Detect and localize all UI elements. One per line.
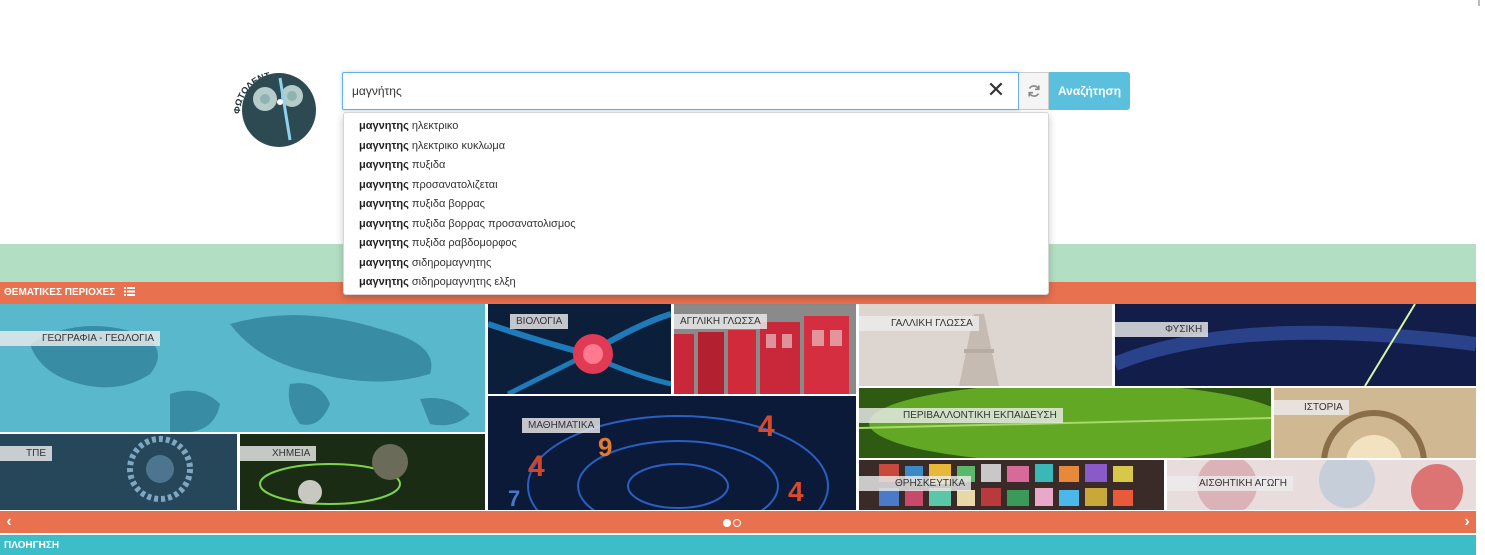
tile-chemistry[interactable]: ΧΗΜΕΙΑ (240, 434, 485, 510)
tile-aesthetic[interactable]: ΑΙΣΘΗΤΙΚΗ ΑΓΩΓΗ (1167, 460, 1476, 510)
autocomplete-dropdown: μαγνητης ηλεκτρικο μαγνητης ηλεκτρικο κυ… (343, 112, 1049, 295)
page: ΦΩΤΟΔΕΝΤΡΟ ✕ Αναζήτηση μαγνητης ηλεκτρικ… (0, 0, 1485, 555)
page-dot-2[interactable] (733, 519, 741, 527)
leaf-image (859, 388, 1271, 458)
tile-mathematics[interactable]: 4 9 4 4 7 ΜΑΘΗΜΑΤΙΚΑ (488, 396, 856, 510)
next-arrow-icon[interactable]: › (1458, 511, 1476, 533)
tile-environmental[interactable]: ΠΕΡΙΒΑΛΛΟΝΤΙΚΗ ΕΚΠΑΙΔΕΥΣΗ (859, 388, 1271, 458)
tile-english[interactable]: ΑΓΓΛΙΚΗ ΓΛΩΣΣΑ (674, 304, 856, 394)
tile-history[interactable]: ΙΣΤΟΡΙΑ (1274, 388, 1476, 458)
suggestion-item[interactable]: μαγνητης προσανατολιζεται (344, 176, 1048, 196)
divider (1478, 0, 1480, 6)
svg-text:4: 4 (528, 450, 545, 483)
suggestion-item[interactable]: μαγνητης πυξιδα βορρας προσανατολισμος (344, 215, 1048, 235)
prev-arrow-icon[interactable]: ‹ (0, 511, 18, 533)
world-map-image (0, 304, 485, 432)
themes-title: ΘΕΜΑΤΙΚΕΣ ΠΕΡΙΟΧΕΣ (4, 287, 116, 298)
tile-french[interactable]: ΓΑΛΛΙΚΗ ΓΛΩΣΣΑ (859, 304, 1112, 386)
tile-label: ΧΗΜΕΙΑ (240, 446, 317, 461)
tile-geography[interactable]: ΓΕΩΓΡΑΦΙΑ - ΓΕΩΛΟΓΙΑ (0, 304, 485, 432)
dome-image (1274, 388, 1476, 458)
svg-text:4: 4 (758, 410, 775, 443)
tile-label: ΒΙΟΛΟΓΙΑ (510, 314, 569, 329)
suggestion-item[interactable]: μαγνητης πυξιδα (344, 156, 1048, 176)
svg-text:7: 7 (508, 486, 520, 510)
tile-ict[interactable]: ΤΠΕ (0, 434, 237, 510)
tile-label: ΘΡΗΣΚΕΥΤΙΚΑ (859, 476, 972, 491)
refresh-button[interactable] (1019, 72, 1049, 110)
tile-physics[interactable]: ΦΥΣΙΚΗ (1115, 304, 1476, 386)
numbers-image: 4 9 4 4 7 (488, 396, 856, 510)
search-input[interactable] (343, 73, 963, 109)
navigation-title: ΠΛΟΗΓΗΣΗ (4, 540, 60, 551)
suggestion-item[interactable]: μαγνητης ηλεκτρικο (344, 117, 1048, 137)
tile-label: ΙΣΤΟΡΙΑ (1274, 400, 1349, 415)
themes-mosaic: ΓΕΩΓΡΑΦΙΑ - ΓΕΩΛΟΓΙΑ ΒΙΟΛΟΓΙΑ ΑΓΓΛΙΚΗ ΓΛ… (0, 304, 1476, 510)
clear-search-icon[interactable]: ✕ (986, 79, 1006, 101)
refresh-icon (1027, 85, 1040, 97)
tile-religious[interactable]: ΘΡΗΣΚΕΥΤΙΚΑ (859, 460, 1164, 510)
suggestion-item[interactable]: μαγνητης σιδηρομαγνητης (344, 254, 1048, 274)
tile-label: ΑΓΓΛΙΚΗ ΓΛΩΣΣΑ (674, 314, 767, 329)
suggestion-item[interactable]: μαγνητης ηλεκτρικο κυκλωμα (344, 137, 1048, 157)
tile-label: ΦΥΣΙΚΗ (1115, 322, 1209, 337)
tile-biology[interactable]: ΒΙΟΛΟΓΙΑ (488, 304, 671, 394)
pagination-dots (723, 519, 745, 527)
suggestion-item[interactable]: μαγνητης πυξιδα βορρας (344, 195, 1048, 215)
navigation-bar[interactable]: ΠΛΟΗΓΗΣΗ (0, 535, 1476, 555)
tile-label: ΑΙΣΘΗΤΙΚΗ ΑΓΩΓΗ (1167, 476, 1294, 491)
carousel-pager: ‹ › (0, 511, 1476, 533)
tile-label: ΓΑΛΛΙΚΗ ΓΛΩΣΣΑ (859, 316, 979, 331)
tile-label: ΜΑΘΗΜΑΤΙΚΑ (522, 418, 601, 433)
tile-label: ΓΕΩΓΡΑΦΙΑ - ΓΕΩΛΟΓΙΑ (0, 331, 161, 346)
space-image (1115, 304, 1476, 386)
tile-label: ΤΠΕ (0, 446, 52, 461)
search-button[interactable]: Αναζήτηση (1049, 72, 1130, 110)
suggestion-item[interactable]: μαγνητης πυξιδα ραβδομορφος (344, 234, 1048, 254)
suggestion-item[interactable]: μαγνητης σιδηρομαγνητης ελξη (344, 273, 1048, 293)
svg-text:4: 4 (788, 476, 804, 507)
tile-label: ΠΕΡΙΒΑΛΛΟΝΤΙΚΗ ΕΚΠΑΙΔΕΥΣΗ (859, 408, 1063, 423)
svg-text:9: 9 (598, 432, 612, 462)
photodentro-logo[interactable]: ΦΩΤΟΔΕΝΤΡΟ (222, 58, 318, 150)
search-box: ✕ (342, 72, 1019, 110)
list-icon[interactable] (123, 286, 135, 296)
page-dot-1[interactable] (723, 519, 731, 527)
